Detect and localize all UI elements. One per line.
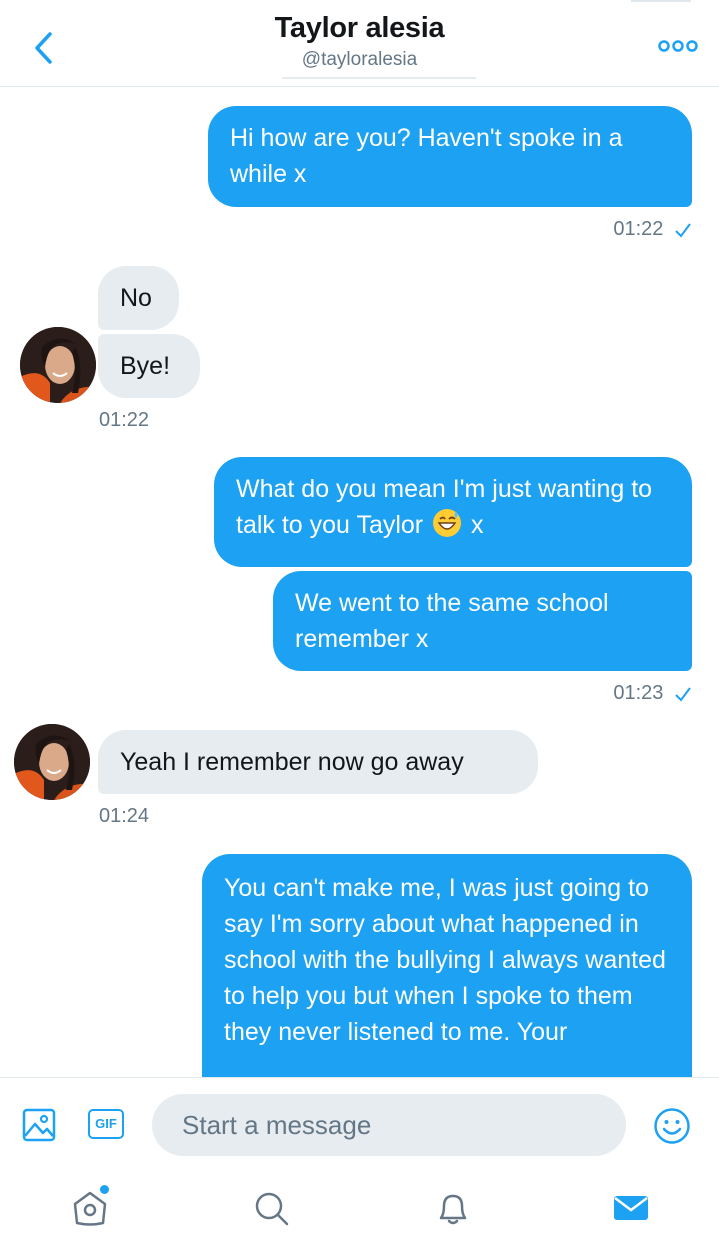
grinning-sweat-emoji (433, 509, 462, 537)
more-dots-icon (658, 40, 698, 52)
timestamp-text: 01:23 (613, 682, 664, 704)
checkmark-icon (675, 687, 691, 702)
sent-message[interactable]: You can't make me, I was just going to s… (202, 854, 692, 1077)
tab-search[interactable] (249, 1186, 293, 1230)
message-text: No (120, 284, 152, 312)
bell-icon (439, 1194, 467, 1225)
envelope-icon (614, 1196, 648, 1220)
emoji-button[interactable] (653, 1107, 691, 1145)
more-options-button[interactable] (657, 34, 699, 58)
message-text: Hi how are you? Haven't spoke in a while… (230, 124, 623, 188)
received-message[interactable]: Bye! (98, 334, 200, 398)
message-timestamp: 01:22 (613, 218, 691, 241)
sent-message[interactable]: Hi how are you? Haven't spoke in a while… (208, 106, 692, 207)
gif-button[interactable]: GIF (88, 1109, 124, 1139)
conversation-header: Taylor alesia @tayloralesia (0, 0, 719, 87)
message-text: You can't make me, I was just going to s… (224, 874, 666, 1046)
message-text: Bye! (120, 352, 171, 380)
message-composer: GIF (0, 1077, 719, 1173)
message-timestamp: 01:22 (99, 409, 149, 432)
home-icon (73, 1191, 107, 1226)
message-thread[interactable]: Hi how are you? Haven't spoke in a while… (0, 87, 719, 1077)
header-underline (282, 77, 476, 79)
message-timestamp: 01:24 (99, 805, 149, 828)
message-text: Yeah I remember now go away (120, 748, 464, 776)
avatar[interactable] (20, 327, 96, 403)
smiley-icon (654, 1108, 690, 1144)
tab-messages[interactable] (609, 1186, 653, 1230)
status-divider (631, 0, 691, 2)
message-timestamp: 01:23 (613, 682, 691, 705)
image-icon (22, 1108, 56, 1142)
conversation-title[interactable]: Taylor alesia @tayloralesia (0, 12, 719, 71)
contact-name: Taylor alesia (274, 12, 445, 44)
bottom-tab-bar (0, 1172, 719, 1253)
sent-message[interactable]: What do you mean I'm just wanting to tal… (214, 457, 692, 567)
home-notification-dot (100, 1185, 109, 1194)
timestamp-text: 01:24 (99, 805, 150, 827)
message-text: x (471, 511, 484, 539)
avatar-photo (14, 724, 90, 800)
checkmark-icon (675, 223, 691, 238)
add-image-button[interactable] (22, 1108, 56, 1142)
timestamp-text: 01:22 (613, 218, 664, 240)
message-text: We went to the same school remember x (295, 589, 609, 653)
search-icon (255, 1192, 289, 1226)
contact-handle: @tayloralesia (301, 49, 418, 70)
received-message[interactable]: No (98, 266, 179, 330)
received-message[interactable]: Yeah I remember now go away (98, 730, 538, 794)
avatar-photo (20, 327, 96, 403)
tab-notifications[interactable] (431, 1186, 475, 1230)
message-input[interactable] (152, 1094, 626, 1156)
timestamp-text: 01:22 (99, 409, 150, 431)
sent-message[interactable]: We went to the same school remember x (273, 571, 692, 671)
avatar[interactable] (14, 724, 90, 800)
